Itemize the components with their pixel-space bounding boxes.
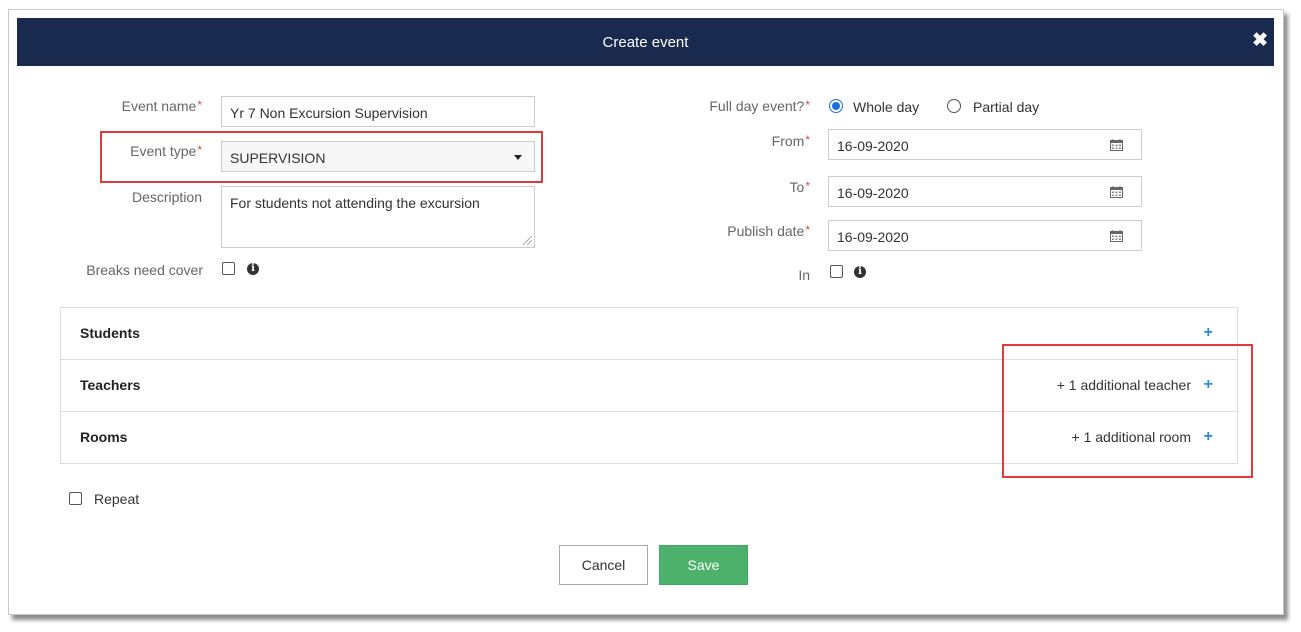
students-title: Students xyxy=(80,325,140,341)
repeat-checkbox[interactable] xyxy=(69,492,82,505)
breaks-need-cover-label: Breaks need cover xyxy=(86,262,203,278)
calendar-icon[interactable] xyxy=(1110,230,1123,242)
additional-resources-highlight-box xyxy=(1002,344,1253,478)
resize-handle-icon[interactable] xyxy=(523,236,532,245)
to-label: To* xyxy=(789,179,810,195)
cancel-button[interactable]: Cancel xyxy=(559,545,648,585)
calendar-icon[interactable] xyxy=(1110,186,1123,198)
publish-date-label: Publish date* xyxy=(727,223,810,239)
close-icon[interactable]: ✖ xyxy=(1252,31,1268,51)
description-textarea[interactable]: For students not attending the excursion xyxy=(221,186,535,248)
breaks-need-cover-checkbox[interactable] xyxy=(222,262,235,275)
repeat-label: Repeat xyxy=(94,491,140,507)
add-student-icon[interactable]: + xyxy=(1204,324,1213,342)
from-date-input[interactable]: 16-09-2020 xyxy=(828,129,1142,160)
event-name-input[interactable]: Yr 7 Non Excursion Supervision xyxy=(221,96,535,127)
whole-day-radio[interactable] xyxy=(829,99,843,113)
save-button[interactable]: Save xyxy=(659,545,748,585)
full-day-event-label: Full day event?* xyxy=(709,98,810,114)
to-date-input[interactable]: 16-09-2020 xyxy=(828,176,1142,207)
from-label: From* xyxy=(771,133,810,149)
in-checkbox[interactable] xyxy=(830,265,843,278)
whole-day-label: Whole day xyxy=(853,99,920,115)
event-type-highlight-box xyxy=(100,131,543,183)
in-label: In xyxy=(798,267,810,283)
dialog-header: Create event ✖ xyxy=(17,18,1274,66)
publish-date-input[interactable]: 16-09-2020 xyxy=(828,220,1142,251)
dialog-title: Create event xyxy=(602,33,689,51)
description-label: Description xyxy=(131,189,202,205)
rooms-title: Rooms xyxy=(80,429,128,445)
partial-day-radio[interactable] xyxy=(947,99,961,113)
info-icon[interactable]: i xyxy=(247,263,259,275)
partial-day-label: Partial day xyxy=(973,99,1040,115)
info-icon[interactable]: i xyxy=(854,266,866,278)
event-name-label: Event name* xyxy=(121,98,202,114)
calendar-icon[interactable] xyxy=(1110,139,1123,151)
teachers-title: Teachers xyxy=(80,377,141,393)
